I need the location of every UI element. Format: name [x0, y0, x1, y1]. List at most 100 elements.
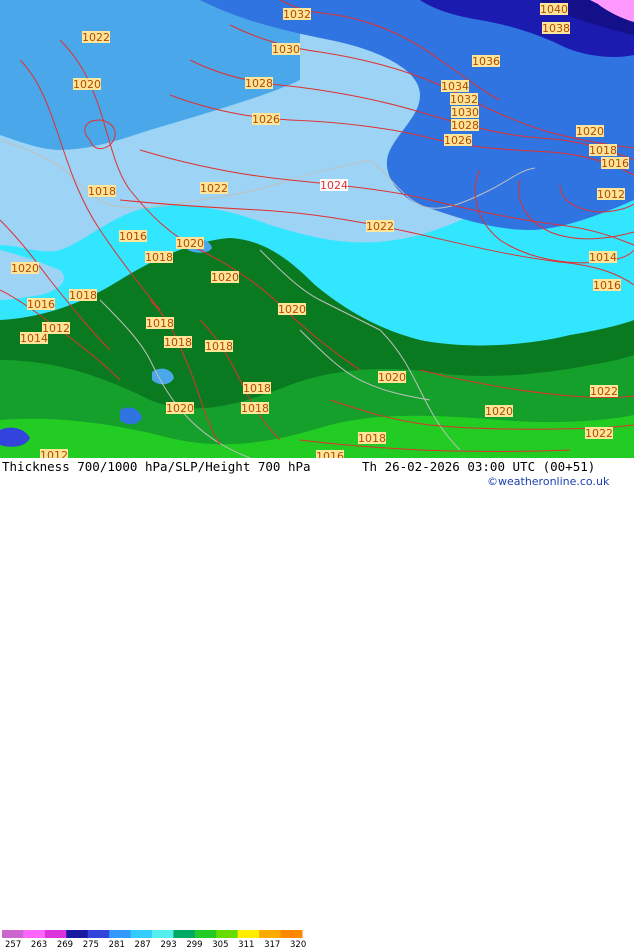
isobar-value: 1018 [145, 251, 173, 264]
isobar-label: 1018 [358, 432, 386, 445]
isobar-label: 1020 [576, 125, 604, 138]
legend-swatch [194, 930, 217, 938]
isobar-label: 1022 [82, 31, 110, 44]
isobar-label: 1022 [585, 427, 613, 440]
isobar-label: 1022 [590, 385, 618, 398]
isobar-label: 1036 [472, 55, 500, 68]
isobar-value: 1016 [119, 230, 147, 243]
legend-swatch [2, 930, 24, 938]
isobar-label: 1028 [245, 77, 273, 90]
isobar-value: 1022 [82, 31, 110, 44]
isobar-label: 1020 [378, 371, 406, 384]
legend-ticks: 257 263 269 275 281 287 293 299 305 311 317 320 [5, 940, 306, 948]
legend-swatch [259, 930, 282, 938]
isobar-label: 1030 [272, 43, 300, 56]
legend-tick-label: 269 [57, 940, 73, 948]
legend-swatch [280, 930, 303, 938]
map-title: Thickness 700/1000 hPa/SLP/Height 700 hP… [2, 459, 311, 474]
legend-tick-label: 281 [109, 940, 125, 948]
isobar-label: 1020 [166, 402, 194, 415]
isobar-label: 1020 [211, 271, 239, 284]
isobar-label: 1018 [69, 289, 97, 302]
legend-swatch [152, 930, 174, 938]
isobar-value: 1026 [444, 134, 472, 147]
isobar-value: 1036 [472, 55, 500, 68]
isobar-label: 1018 [146, 317, 174, 330]
isobar-value: 1020 [166, 402, 194, 415]
isobar-label: 1018 [243, 382, 271, 395]
isobar-label: 1014 [589, 251, 617, 264]
isobar-value: 1020 [378, 371, 406, 384]
isobar-label: 1020 [176, 237, 204, 250]
legend-swatch [109, 930, 132, 938]
legend-tick-label: 263 [31, 940, 47, 948]
isobar-value: 1020 [211, 271, 239, 284]
isobar-value: 1018 [205, 340, 233, 353]
isobar-value: 1018 [146, 317, 174, 330]
isobar-label: 1026 [252, 113, 280, 126]
legend-tick-label: 287 [135, 940, 151, 948]
legend-tick-label: 257 [5, 940, 21, 948]
legend-tick-label: 275 [83, 940, 99, 948]
isobar-value: 1022 [590, 385, 618, 398]
isobar-value: 1018 [358, 432, 386, 445]
isobar-label: 1020 [278, 303, 306, 316]
thickness-legend: 257 263 269 275 281 287 293 299 305 311 317 320 [2, 930, 306, 948]
isobar-value: 1030 [451, 106, 479, 119]
isobar-value: 1016 [601, 157, 629, 170]
legend-swatch [66, 930, 89, 938]
isobar-label: 1016 [593, 279, 621, 292]
isobar-label: 1022 [200, 182, 228, 195]
legend-swatch [216, 930, 239, 938]
isobar-value: 1012 [597, 188, 625, 201]
isobar-value: 1024 [320, 179, 348, 192]
legend-swatch [87, 930, 110, 938]
isobar-label: 1016 [119, 230, 147, 243]
isobar-label: 1022 [366, 220, 394, 233]
isobar-value: 1020 [176, 237, 204, 250]
legend-tick-label: 320 [290, 940, 306, 948]
isobar-value: 1020 [278, 303, 306, 316]
isobar-value: 1014 [589, 251, 617, 264]
isobar-label: 1018 [205, 340, 233, 353]
isobar-value: 1032 [283, 8, 311, 21]
isobar-value: 1028 [451, 119, 479, 132]
isobar-value: 1018 [69, 289, 97, 302]
weather-map: 1040 1038 1036 1034 1032 1030 1028 1026 1032 1030… [0, 0, 634, 458]
isobar-value: 1012 [40, 449, 68, 458]
isobar-value: 1026 [252, 113, 280, 126]
footer: Thickness 700/1000 hPa/SLP/Height 700 hP… [0, 458, 634, 948]
map-canvas: 1040103810361034103210301028102610321030… [0, 0, 634, 458]
legend-swatches [2, 930, 303, 938]
legend-tick-label: 305 [212, 940, 228, 948]
isobar-label: 1026 [444, 134, 472, 147]
isobar-value: 1016 [27, 298, 55, 311]
isobar-value: 1030 [272, 43, 300, 56]
isobar-value: 1022 [366, 220, 394, 233]
legend-tick-label: 293 [160, 940, 176, 948]
isobar-value: 1016 [593, 279, 621, 292]
isobar-value: 1020 [576, 125, 604, 138]
isobar-label: 1018 [164, 336, 192, 349]
legend-swatch [237, 930, 260, 938]
credit-link[interactable]: ©weatheronline.co.uk [487, 475, 609, 488]
isobar-label: 1020 [73, 78, 101, 91]
legend-tick-label: 311 [238, 940, 254, 948]
isobar-label: 1032 [450, 93, 478, 106]
isobar-label: 1040 [540, 3, 568, 16]
isobar-value: 1038 [542, 22, 570, 35]
map-datetime: Th 26-02-2026 03:00 UTC (00+51) [362, 459, 596, 474]
isobar-value: 1018 [589, 144, 617, 157]
isobar-value: 1034 [441, 80, 469, 93]
legend-tick-label: 299 [186, 940, 202, 948]
legend-swatch [44, 930, 67, 938]
legend-swatch [130, 930, 153, 938]
isobar-value: 1018 [243, 382, 271, 395]
isobar-value: 1022 [585, 427, 613, 440]
legend-tick-label: 317 [264, 940, 280, 948]
isobar-label: 1020 [485, 405, 513, 418]
isobar-label: 1014 [20, 332, 48, 345]
isobar-label: 1020 [11, 262, 39, 275]
isobar-value: 1018 [164, 336, 192, 349]
isobar-value: 1014 [20, 332, 48, 345]
